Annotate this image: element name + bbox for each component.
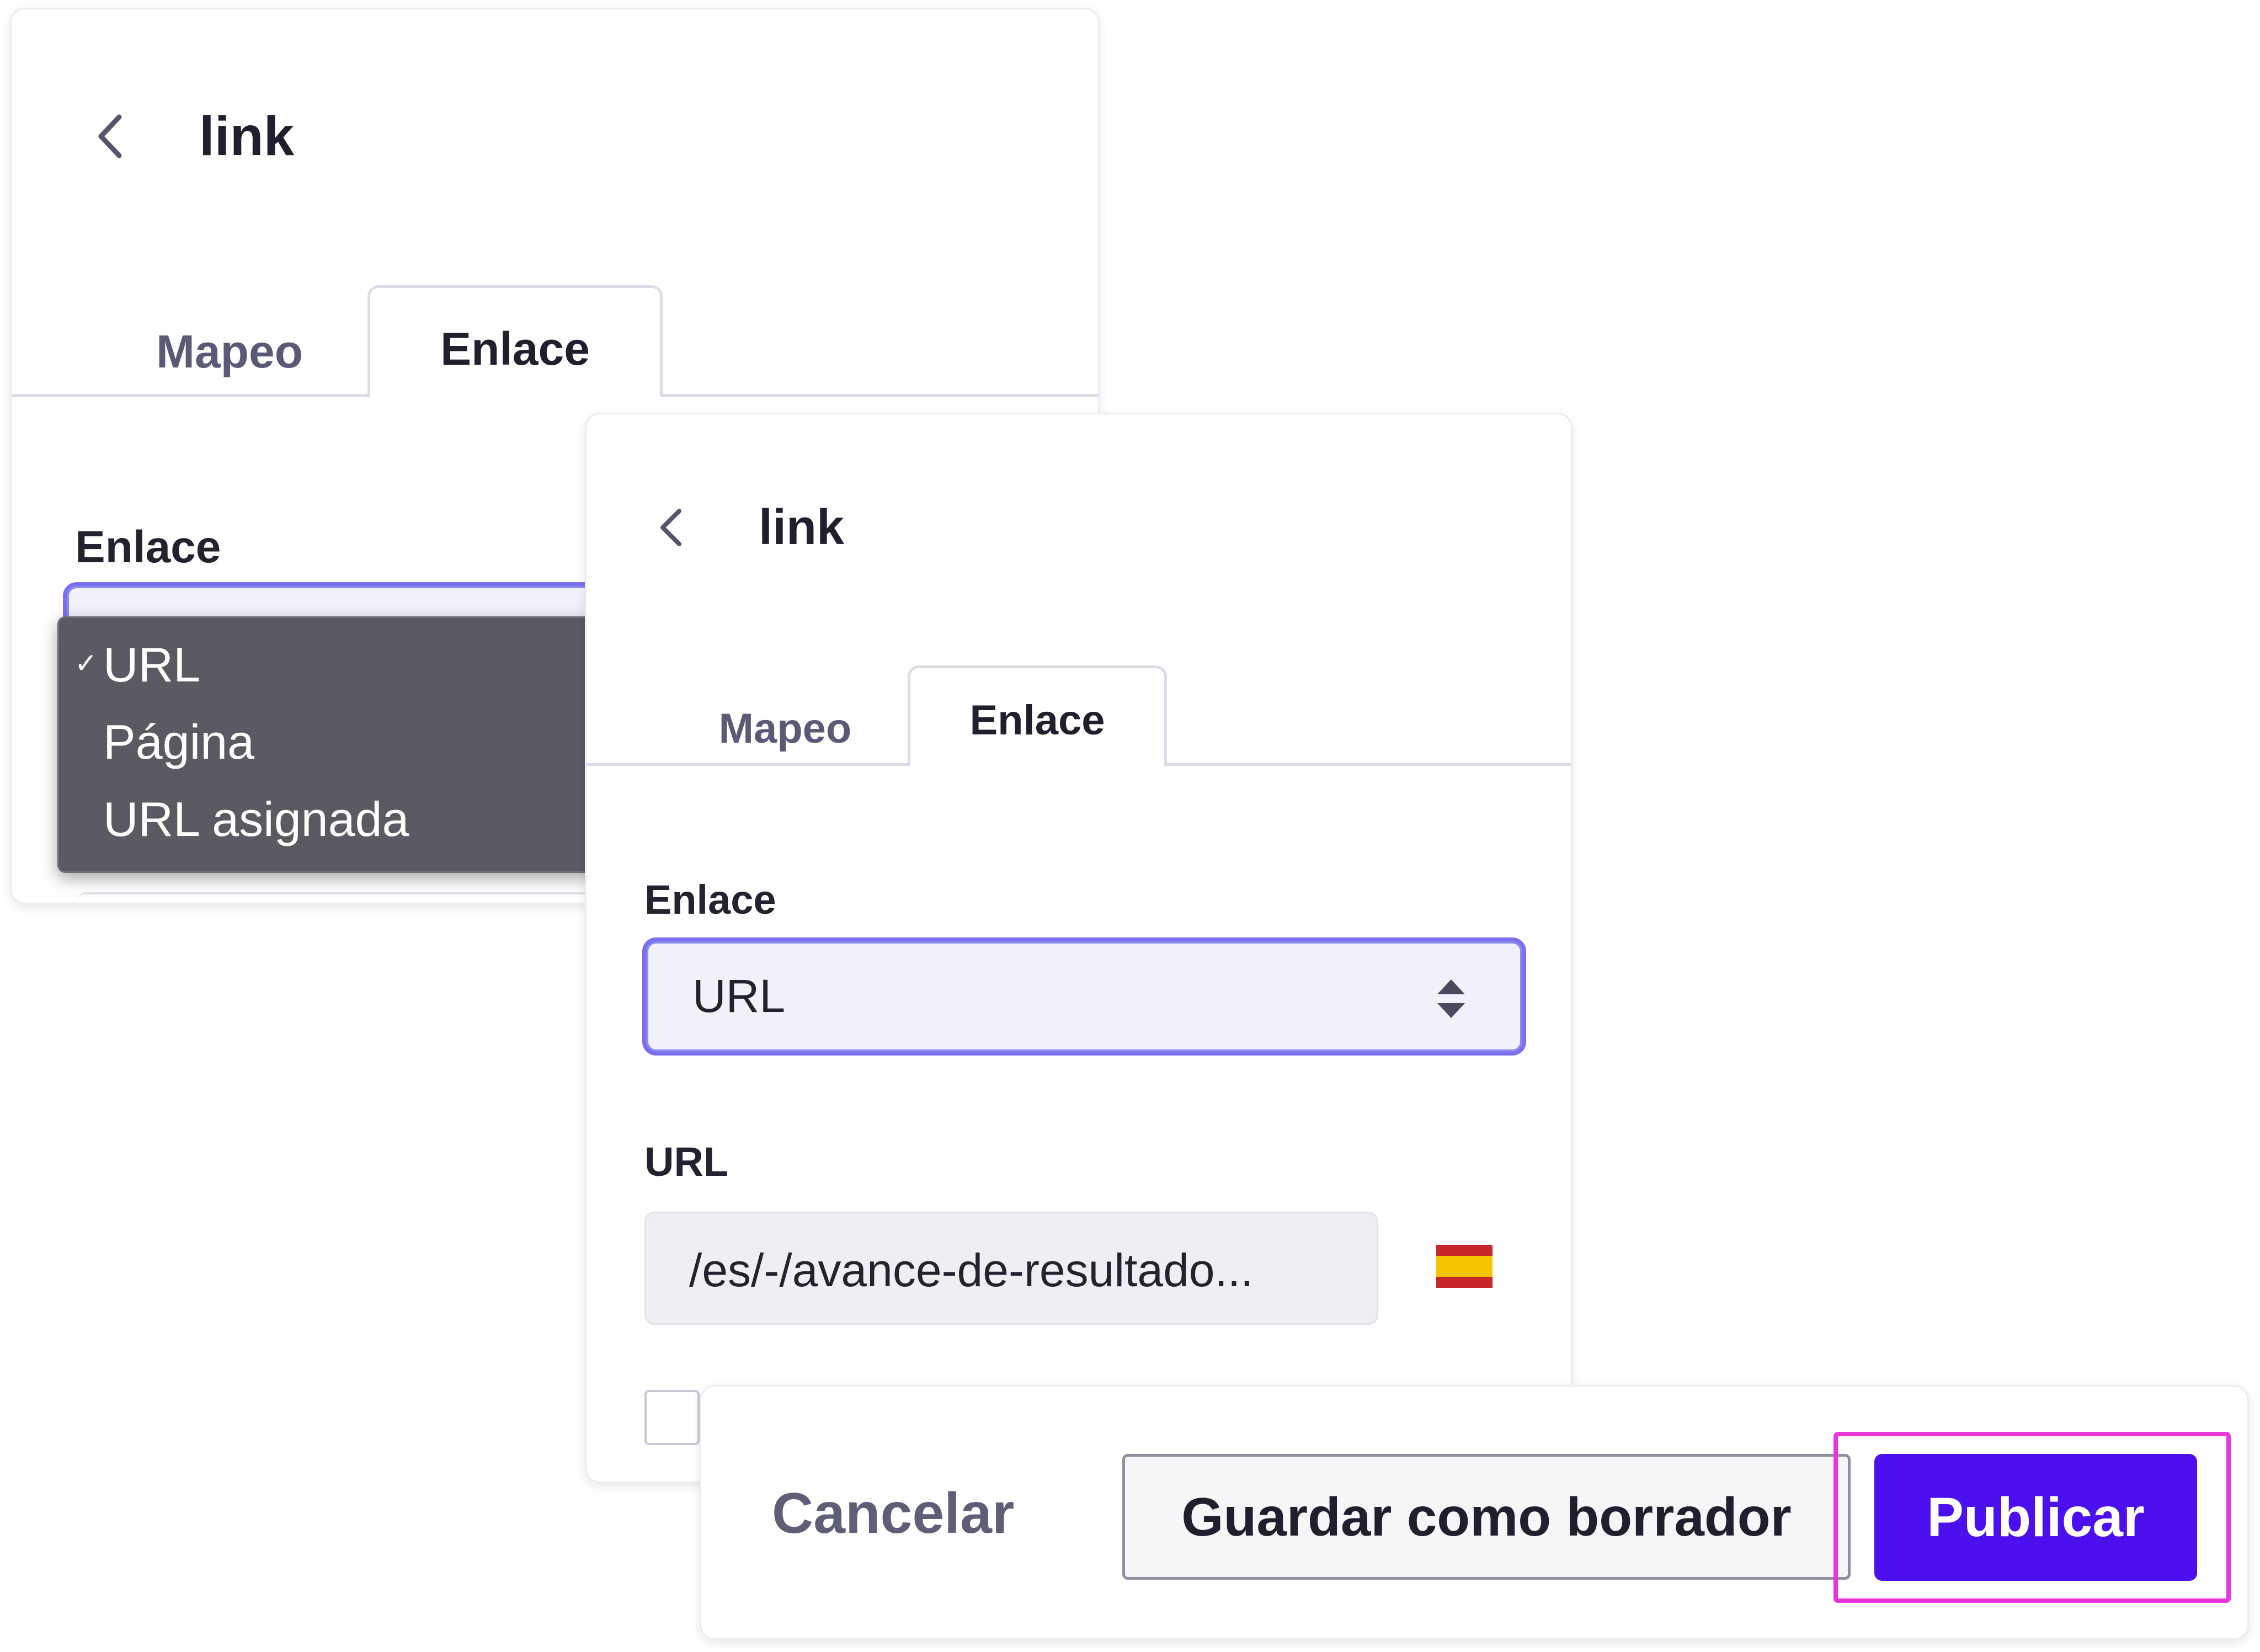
front-panel: link Mapeo Enlace Enlace URL URL /es/-/a…	[585, 413, 1573, 1483]
publish-button[interactable]: Publicar	[1874, 1454, 2197, 1581]
cancel-button[interactable]: Cancelar	[772, 1480, 1014, 1547]
panel-title: link	[759, 500, 845, 555]
checkbox[interactable]	[644, 1390, 700, 1445]
url-input-value: /es/-/avance-de-resultado...	[689, 1244, 1254, 1296]
back-chevron-icon[interactable]	[89, 103, 133, 169]
footer-action-bar: Cancelar Guardar como borrador Publicar	[700, 1385, 2249, 1640]
dropdown-option-url[interactable]: URL	[103, 635, 200, 695]
save-draft-button[interactable]: Guardar como borrador	[1122, 1454, 1851, 1580]
enlace-label: Enlace	[644, 877, 776, 923]
publish-label: Publicar	[1927, 1486, 2145, 1548]
enlace-label: Enlace	[75, 522, 221, 572]
dropdown-option-pagina[interactable]: Página	[103, 712, 254, 772]
secondary-field	[78, 892, 630, 903]
tab-enlace[interactable]: Enlace	[367, 285, 663, 397]
tab-enlace[interactable]: Enlace	[908, 665, 1167, 766]
spain-flag-icon	[1436, 1245, 1493, 1288]
panel-title: link	[199, 105, 295, 167]
enlace-select-value: URL	[692, 970, 786, 1022]
dropdown-check-icon: ✓	[74, 648, 98, 679]
enlace-select[interactable]: URL	[646, 941, 1522, 1052]
select-arrows-icon	[1432, 971, 1470, 1026]
url-input[interactable]: /es/-/avance-de-resultado...	[644, 1212, 1378, 1325]
tab-mapeo[interactable]: Mapeo	[675, 696, 896, 762]
save-draft-label: Guardar como borrador	[1181, 1486, 1792, 1547]
tab-mapeo[interactable]: Mapeo	[105, 316, 354, 393]
dropdown-option-url-asignada[interactable]: URL asignada	[103, 789, 409, 850]
back-chevron-icon[interactable]	[653, 497, 691, 558]
url-label: URL	[644, 1139, 729, 1185]
